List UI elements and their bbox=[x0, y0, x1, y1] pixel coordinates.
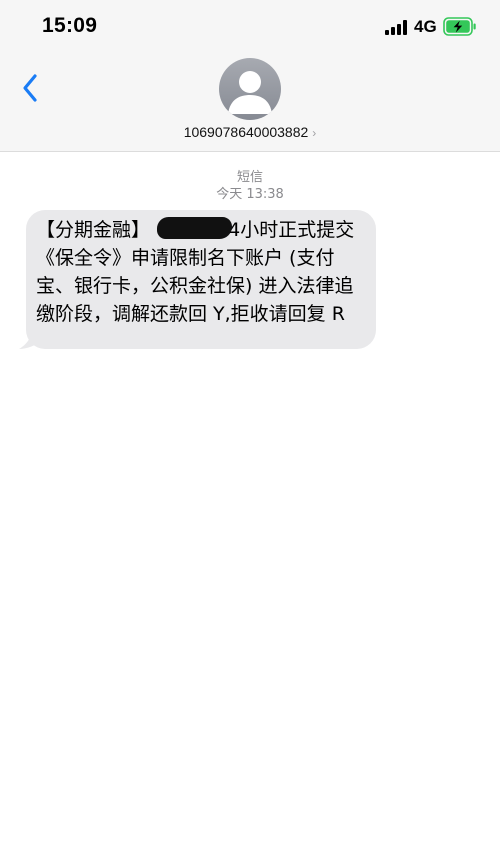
contact-name-button[interactable]: 1069078640003882 › bbox=[0, 124, 500, 140]
chevron-right-icon: › bbox=[312, 126, 317, 140]
contact-name: 1069078640003882 bbox=[183, 124, 309, 140]
cellular-signal-icon bbox=[385, 20, 409, 35]
message-sender-tag: 【分期金融】 bbox=[36, 219, 151, 241]
incoming-message[interactable]: 【分期金融】 24小时正式提交《保全令》申请限制名下账户 (支付宝、银行卡，公积金… bbox=[18, 210, 378, 350]
message-bubble: 【分期金融】 24小时正式提交《保全令》申请限制名下账户 (支付宝、银行卡，公积金… bbox=[26, 210, 376, 349]
battery-charging-icon bbox=[443, 17, 476, 36]
back-button[interactable] bbox=[12, 68, 48, 108]
status-time: 15:09 bbox=[42, 14, 98, 37]
status-bar: 15:09 4G bbox=[0, 0, 500, 54]
avatar[interactable] bbox=[219, 58, 281, 120]
message-timestamp: 今天 13:38 bbox=[216, 187, 284, 202]
redaction-mark bbox=[157, 217, 232, 239]
navigation-header: 15:09 4G 1069078640003882 › bbox=[0, 0, 500, 152]
network-type: 4G bbox=[414, 17, 437, 36]
person-silhouette-icon bbox=[228, 71, 272, 114]
chevron-left-icon bbox=[23, 74, 37, 102]
